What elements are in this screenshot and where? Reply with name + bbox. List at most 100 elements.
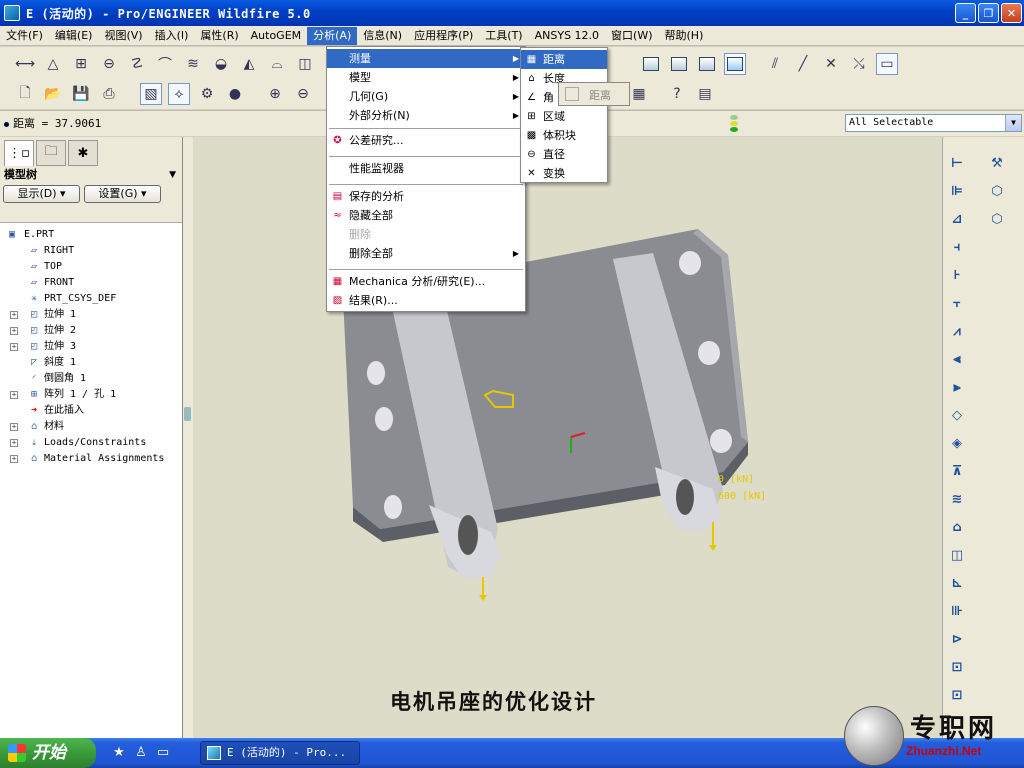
tree-item[interactable]: + ◰ 拉伸 1: [0, 307, 182, 323]
analysis-menu-item-3[interactable]: 外部分析(N) ▶: [327, 106, 525, 125]
measure-item-4[interactable]: ▩ 体积块: [521, 126, 607, 145]
mechanica-tool-17-icon[interactable]: ⊳: [947, 629, 967, 649]
measure-item-0[interactable]: ▦ 距离: [521, 50, 607, 69]
tree-item[interactable]: + ◰ 拉伸 3: [0, 339, 182, 355]
datum-axis-display-icon[interactable]: ╱: [792, 53, 814, 75]
menu-1[interactable]: 编辑(E): [49, 27, 99, 45]
maximize-button[interactable]: ❐: [978, 3, 999, 23]
menu-6[interactable]: 分析(A): [307, 26, 358, 45]
expand-icon[interactable]: +: [10, 391, 18, 399]
reflection-icon[interactable]: ⌓: [266, 53, 288, 75]
model-display-icon[interactable]: ▦: [628, 83, 650, 105]
context-help-icon[interactable]: ?: [666, 83, 688, 105]
surface-analysis-icon[interactable]: ⌒: [154, 53, 176, 75]
chevron-down-icon[interactable]: ▼: [169, 167, 176, 183]
tree-item[interactable]: + ⊞ 阵列 1 / 孔 1: [0, 387, 182, 403]
draft-analysis-icon[interactable]: ◒: [210, 53, 232, 75]
menu-10[interactable]: ANSYS 12.0: [529, 27, 605, 45]
save-icon[interactable]: 💾: [70, 83, 92, 105]
tree-item[interactable]: ▱ RIGHT: [0, 243, 182, 259]
open-file-icon[interactable]: 📂: [42, 83, 64, 105]
tree-item[interactable]: + ⇣ Loads/Constraints: [0, 435, 182, 451]
menu-9[interactable]: 工具(T): [479, 27, 528, 45]
menu-12[interactable]: 帮助(H): [659, 27, 710, 45]
menu-0[interactable]: 文件(F): [0, 27, 49, 45]
mechanica-tool-13-icon[interactable]: ⌂: [947, 517, 967, 537]
tab-folder-browser[interactable]: 🗀: [36, 140, 66, 166]
view-right-icon[interactable]: [696, 53, 718, 75]
star-icon[interactable]: ★: [110, 744, 128, 762]
measure-distance-icon[interactable]: ⟷: [14, 53, 36, 75]
spin-center-icon[interactable]: ⚙: [196, 83, 218, 105]
menu-7[interactable]: 信息(N): [357, 27, 408, 45]
mechanica-tool-2-icon[interactable]: ⊿: [947, 209, 967, 229]
shading-icon[interactable]: ●: [224, 83, 246, 105]
analysis-menu-item-9[interactable]: 删除全部 ▶: [327, 244, 525, 263]
selection-filter-select[interactable]: All Selectable ▼: [845, 114, 1022, 132]
mechanica-tool-10-icon[interactable]: ◈: [947, 433, 967, 453]
mechanica-aux-2-icon[interactable]: ⬡: [987, 209, 1007, 229]
mechanica-tool-0-icon[interactable]: ⊢: [947, 153, 967, 173]
mechanica-tool-16-icon[interactable]: ⊪: [947, 601, 967, 621]
new-file-icon[interactable]: 🗋: [14, 83, 36, 105]
tab-favorites[interactable]: ✱: [68, 140, 98, 166]
mechanica-tool-4-icon[interactable]: ⊦: [947, 265, 967, 285]
analysis-menu-item-5[interactable]: 性能监视器: [327, 159, 525, 178]
expand-icon[interactable]: +: [10, 311, 18, 319]
panel-splitter[interactable]: [183, 137, 193, 738]
mechanica-aux-1-icon[interactable]: ⬡: [987, 181, 1007, 201]
view-front-icon[interactable]: [640, 53, 662, 75]
mechanica-tool-15-icon[interactable]: ⊾: [947, 573, 967, 593]
start-button[interactable]: win开始: [0, 738, 96, 768]
curvature-icon[interactable]: ☡: [126, 53, 148, 75]
measure-angle-icon[interactable]: △: [42, 53, 64, 75]
collapse-handle[interactable]: [184, 407, 191, 421]
menu-4[interactable]: 属性(R): [194, 27, 244, 45]
expand-icon[interactable]: +: [10, 455, 18, 463]
zoom-out-icon[interactable]: ⊖: [292, 83, 314, 105]
expand-icon[interactable]: +: [10, 423, 18, 431]
expand-icon[interactable]: +: [10, 343, 18, 351]
regenerate-icon[interactable]: ▧: [140, 83, 162, 105]
settings-button[interactable]: 设置(G) ▾: [84, 185, 161, 203]
mechanica-tool-3-icon[interactable]: ⫞: [947, 237, 967, 257]
tree-item[interactable]: ◜ 倒圆角 1: [0, 371, 182, 387]
datum-plane-display-icon[interactable]: ⫽: [764, 53, 786, 75]
analysis-menu-item-11[interactable]: ▨ 结果(R)...: [327, 291, 525, 310]
tree-item[interactable]: ➜ 在此插入: [0, 403, 182, 419]
measure-diameter-icon[interactable]: ⊖: [98, 53, 120, 75]
tree-item[interactable]: ▱ TOP: [0, 259, 182, 275]
analysis-menu-item-2[interactable]: 几何(G) ▶: [327, 87, 525, 106]
mechanica-tool-18-icon[interactable]: ⊡: [947, 657, 967, 677]
tree-item[interactable]: ◸ 斜度 1: [0, 355, 182, 371]
measure-area-icon[interactable]: ⊞: [70, 53, 92, 75]
analysis-menu-item-1[interactable]: 模型 ▶: [327, 68, 525, 87]
analysis-menu-item-7[interactable]: ≈ 隐藏全部: [327, 206, 525, 225]
close-button[interactable]: ✕: [1001, 3, 1022, 23]
mechanica-aux-0-icon[interactable]: ⚒: [987, 153, 1007, 173]
shaded-curvature-icon[interactable]: ≋: [182, 53, 204, 75]
measure-item-5[interactable]: ⊖ 直径: [521, 145, 607, 164]
tree-item[interactable]: ✳ PRT_CSYS_DEF: [0, 291, 182, 307]
print-icon[interactable]: ⎙: [98, 83, 120, 105]
mechanica-tool-6-icon[interactable]: ⩘: [947, 321, 967, 341]
menu-5[interactable]: AutoGEM: [245, 27, 308, 45]
folder-icon[interactable]: ▭: [154, 744, 172, 762]
analysis-menu-item-6[interactable]: ▤ 保存的分析: [327, 187, 525, 206]
analysis-menu-item-0[interactable]: 测量 ▶: [327, 49, 525, 68]
slope-icon[interactable]: ◭: [238, 53, 260, 75]
mechanica-tool-9-icon[interactable]: ◇: [947, 405, 967, 425]
menu-8[interactable]: 应用程序(P): [408, 27, 479, 45]
mechanica-tool-8-icon[interactable]: ⫸: [947, 377, 967, 397]
menu-3[interactable]: 插入(I): [149, 27, 195, 45]
tree-item[interactable]: ▱ FRONT: [0, 275, 182, 291]
measure-item-3[interactable]: ⊞ 区域: [521, 107, 607, 126]
taskbar-item-proe[interactable]: E (活动的) - Pro...: [200, 741, 360, 765]
tab-model-tree[interactable]: ⋮▫: [4, 140, 34, 166]
analysis-menu-item-10[interactable]: ▦ Mechanica 分析/研究(E)...: [327, 272, 525, 291]
minimize-button[interactable]: _: [955, 3, 976, 23]
tree-item[interactable]: + ⌂ Material Assignments: [0, 451, 182, 467]
expand-icon[interactable]: +: [10, 439, 18, 447]
view-iso-icon[interactable]: [724, 53, 746, 75]
tree-item[interactable]: + ◰ 拉伸 2: [0, 323, 182, 339]
